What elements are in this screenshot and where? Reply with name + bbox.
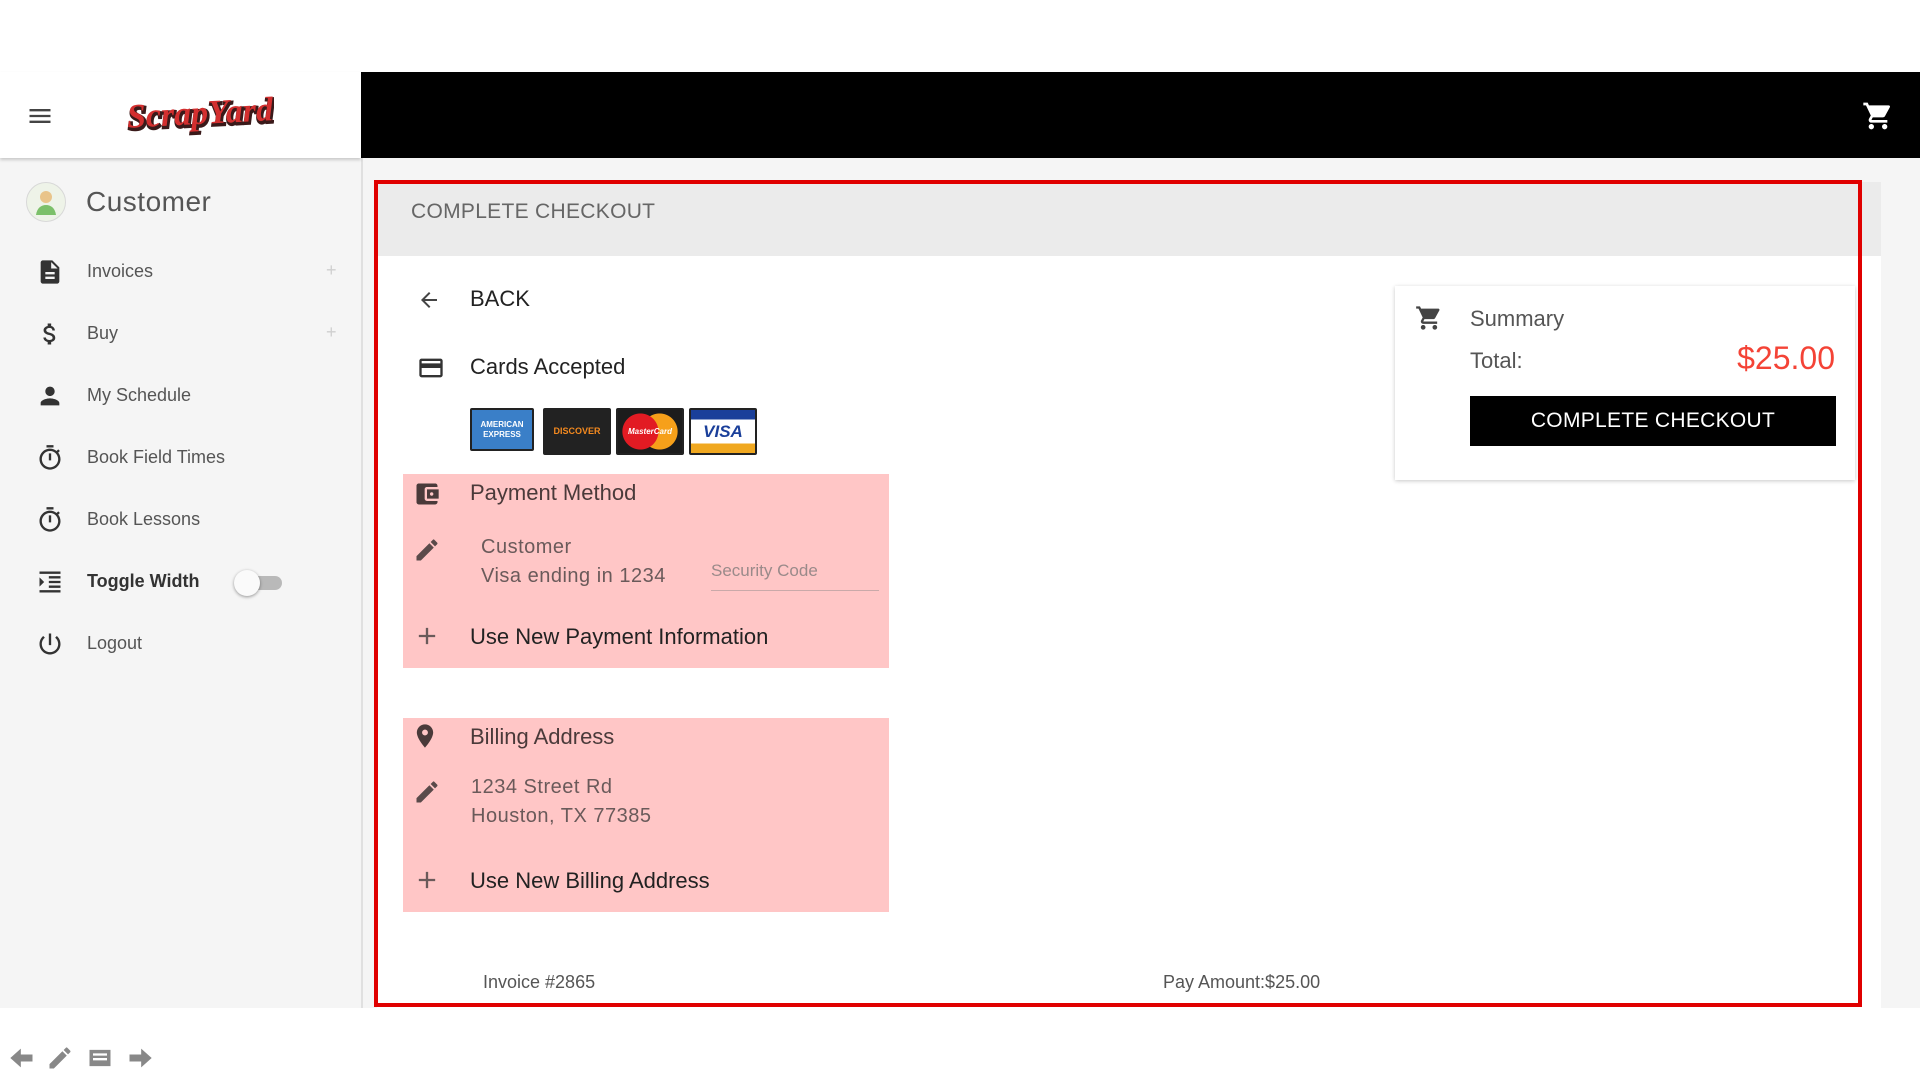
stopwatch-icon	[36, 506, 64, 534]
arrow-back-icon	[417, 288, 441, 312]
billing-address-title: Billing Address	[470, 724, 615, 749]
avatar[interactable]	[26, 182, 66, 222]
plus-icon	[413, 622, 441, 650]
sidebar-item-label: My Schedule	[87, 385, 192, 405]
plus-icon	[413, 866, 441, 894]
pencil-icon[interactable]	[46, 1044, 74, 1072]
security-code-field[interactable]	[711, 552, 879, 591]
pay-amount: Pay Amount:$25.00	[1163, 972, 1321, 992]
sidebar-item-label: Book Lessons	[87, 509, 201, 529]
sidebar: ScrapYard ScrapYard Customer Invoices + …	[0, 72, 363, 1008]
billing-line-1: 1234 Street Rd	[471, 776, 613, 798]
sidebar-item-label: Toggle Width	[87, 571, 200, 591]
back-label: BACK	[470, 286, 530, 311]
cart-icon	[1415, 304, 1443, 332]
notes-icon[interactable]	[86, 1044, 114, 1072]
total-label: Total:	[1470, 348, 1523, 373]
sidebar-item-label: Logout	[87, 633, 143, 653]
cart-icon[interactable]	[1862, 100, 1894, 132]
document-icon	[36, 258, 64, 286]
payment-card-holder: Customer	[481, 536, 572, 558]
toggle-knob	[234, 570, 260, 596]
mastercard-logo: MasterCard	[616, 408, 684, 455]
sidebar-item-book-field-times[interactable]: Book Field Times	[0, 432, 345, 482]
sidebar-item-invoices[interactable]: Invoices +	[0, 246, 345, 296]
sidebar-item-label: Buy	[87, 323, 119, 343]
format-indent-icon	[36, 568, 64, 596]
invoice-number: Invoice #2865	[483, 972, 596, 992]
use-new-payment-label: Use New Payment Information	[470, 624, 769, 649]
back-button[interactable]: BACK	[417, 282, 597, 322]
cards-accepted-label: Cards Accepted	[470, 354, 626, 379]
sidebar-item-toggle-width[interactable]: Toggle Width	[0, 556, 345, 606]
use-new-billing-button[interactable]: Use New Billing Address	[403, 858, 889, 902]
presenter-toolbar	[0, 1008, 1920, 1080]
main-content: COMPLETE CHECKOUT BACK Cards Accepted AM…	[363, 158, 1920, 1008]
payment-card-ending: Visa ending in 1234	[481, 565, 666, 587]
security-code-input[interactable]	[711, 552, 871, 586]
sidebar-item-buy[interactable]: Buy +	[0, 308, 345, 358]
summary-title: Summary	[1470, 306, 1565, 331]
expand-plus-icon[interactable]: +	[326, 322, 337, 343]
page-title: COMPLETE CHECKOUT	[411, 200, 656, 223]
visa-logo: VISA	[689, 408, 757, 455]
amex-logo: AMERICAN EXPRESS	[470, 408, 534, 451]
summary-card: Summary Total: $25.00 COMPLETE CHECKOUT	[1395, 286, 1855, 480]
use-new-billing-label: Use New Billing Address	[470, 868, 710, 893]
person-icon	[36, 382, 64, 410]
total-value: $25.00	[1737, 340, 1835, 376]
user-profile: Customer	[26, 180, 346, 230]
checkout-card: COMPLETE CHECKOUT BACK Cards Accepted AM…	[377, 182, 1881, 1008]
location-pin-icon	[411, 722, 439, 750]
top-app-bar	[361, 72, 1920, 158]
user-name: Customer	[86, 186, 212, 217]
scrapyard-logo[interactable]: ScrapYard ScrapYard	[124, 90, 274, 142]
hamburger-menu-icon[interactable]	[26, 102, 54, 130]
expand-plus-icon[interactable]: +	[326, 260, 337, 281]
sidebar-item-label: Invoices	[87, 261, 154, 281]
payment-method-title: Payment Method	[470, 480, 637, 505]
complete-checkout-button[interactable]: COMPLETE CHECKOUT	[1470, 396, 1836, 446]
sidebar-item-book-lessons[interactable]: Book Lessons	[0, 494, 345, 544]
sidebar-item-label: Book Field Times	[87, 447, 226, 467]
billing-line-2: Houston, TX 77385	[471, 805, 652, 827]
invoice-footer: Invoice #2865 Pay Amount:$25.00	[377, 972, 1881, 1002]
use-new-payment-button[interactable]: Use New Payment Information	[403, 614, 889, 658]
toggle-width-switch[interactable]	[234, 570, 288, 596]
wallet-icon	[413, 480, 441, 508]
svg-text:ScrapYard: ScrapYard	[126, 91, 274, 136]
stopwatch-icon	[36, 444, 64, 472]
power-icon	[36, 630, 64, 658]
sidebar-item-my-schedule[interactable]: My Schedule	[0, 370, 345, 420]
discover-logo: DISCOVER	[543, 408, 611, 455]
edit-icon[interactable]	[413, 536, 441, 564]
payment-method-section: Payment Method Customer Visa ending in 1…	[403, 474, 889, 668]
cards-accepted-row: Cards Accepted	[417, 348, 737, 388]
page-header: COMPLETE CHECKOUT	[377, 182, 1881, 256]
next-arrow-icon[interactable]	[126, 1044, 154, 1072]
credit-card-icon	[417, 354, 445, 382]
previous-arrow-icon[interactable]	[8, 1044, 36, 1072]
edit-icon[interactable]	[413, 778, 441, 806]
brand-header: ScrapYard ScrapYard	[0, 72, 361, 158]
billing-address-section: Billing Address 1234 Street Rd Houston, …	[403, 718, 889, 912]
dollar-icon	[36, 320, 64, 348]
sidebar-item-logout[interactable]: Logout	[0, 618, 345, 668]
